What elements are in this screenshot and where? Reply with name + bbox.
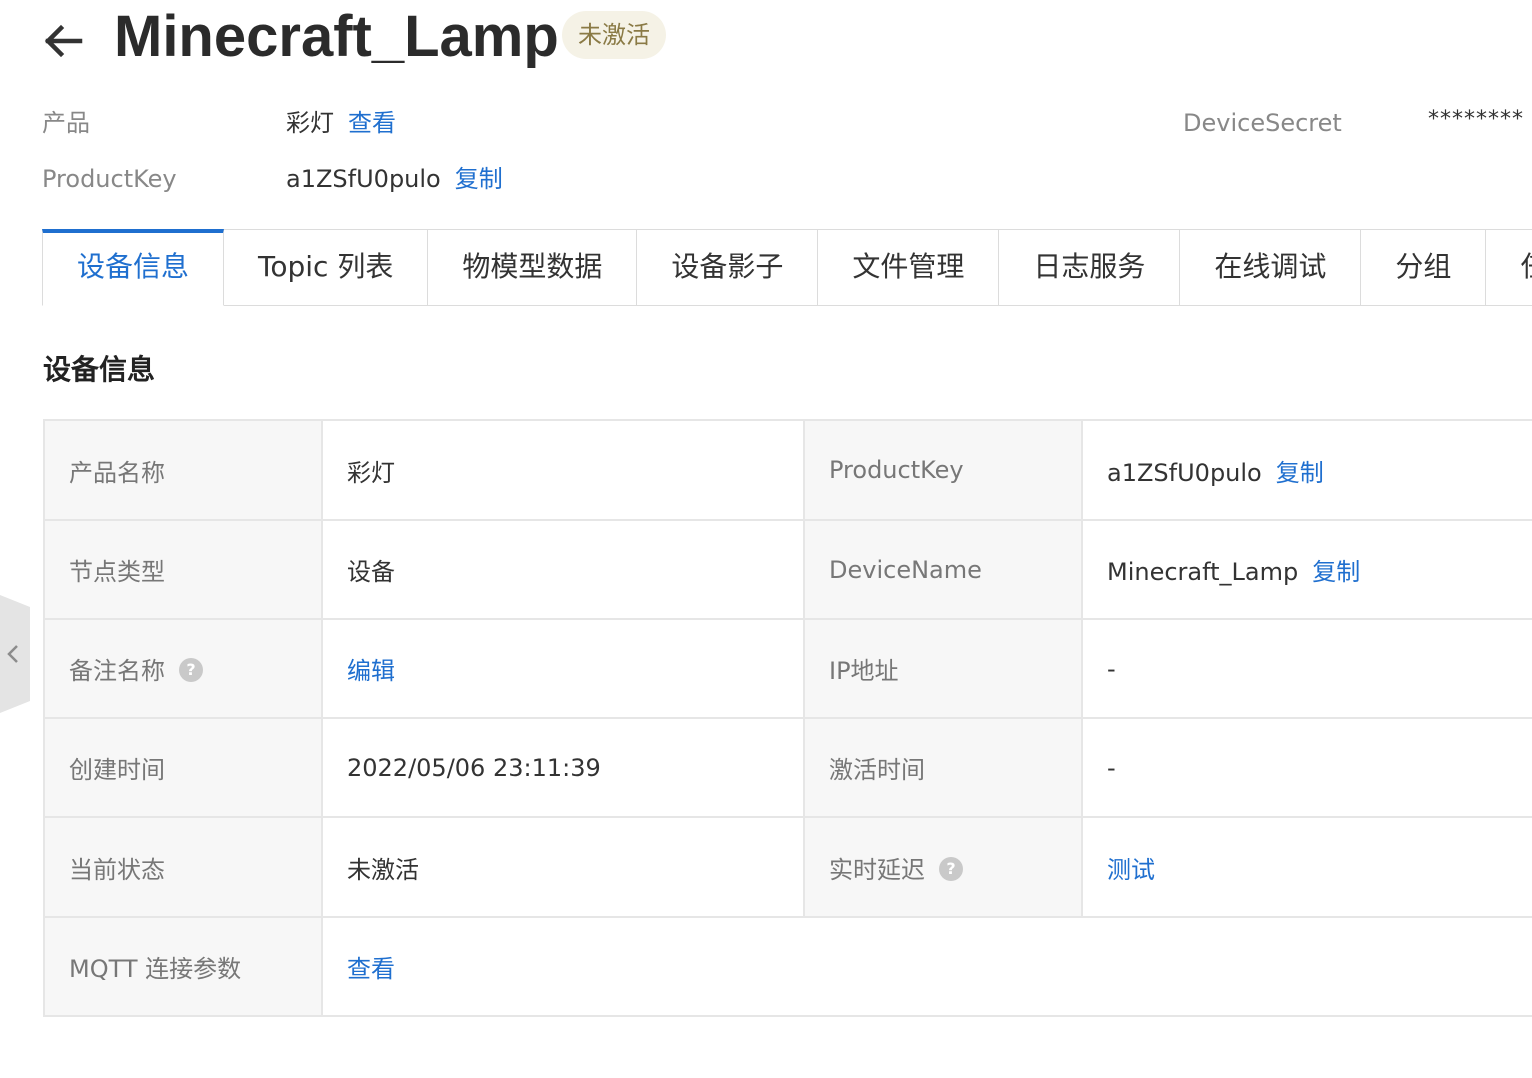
copy-productkey-link[interactable]: 复制 (455, 165, 503, 193)
ip-address-label: IP地址 (803, 618, 1083, 719)
realtime-latency-label-cell: 实时延迟? (803, 816, 1083, 918)
remark-name-label: 备注名称 (69, 657, 165, 685)
device-secret-label: DeviceSecret (1183, 109, 1342, 137)
sidebar-toggle-button[interactable] (0, 595, 30, 713)
productkey-value-group: a1ZSfU0pulo 复制 (286, 163, 503, 195)
tab-thing-model-data[interactable]: 物模型数据 (428, 229, 638, 306)
question-circle-icon[interactable]: ? (179, 658, 203, 682)
section-title: 设备信息 (43, 353, 156, 386)
chevron-left-icon (0, 595, 30, 713)
tab-bar: 设备信息 Topic 列表 物模型数据 设备影子 文件管理 日志服务 在线调试 … (42, 229, 1532, 306)
tab-file-management[interactable]: 文件管理 (818, 229, 1000, 306)
view-mqtt-params-link[interactable]: 查看 (347, 955, 395, 983)
product-label: 产品 (42, 109, 90, 137)
realtime-latency-cell: 测试 (1081, 816, 1532, 918)
product-value-group: 彩灯 查看 (286, 107, 396, 139)
node-type-label: 节点类型 (43, 519, 323, 620)
activated-time-label: 激活时间 (803, 717, 1083, 818)
tab-topic-list[interactable]: Topic 列表 (224, 229, 429, 306)
product-value: 彩灯 (286, 109, 334, 137)
activated-time-value: - (1081, 717, 1532, 818)
view-product-link[interactable]: 查看 (348, 109, 396, 137)
tab-device-shadow[interactable]: 设备影子 (637, 229, 819, 306)
product-name-label: 产品名称 (43, 419, 323, 521)
productkey-label: ProductKey (42, 165, 177, 193)
tab-device-info[interactable]: 设备信息 (42, 229, 225, 306)
tab-online-debug[interactable]: 在线调试 (1180, 229, 1362, 306)
edit-remark-link[interactable]: 编辑 (347, 657, 395, 685)
table-row: 产品名称 彩灯 ProductKey a1ZSfU0pulo 复制 (43, 419, 1532, 521)
mqtt-params-label: MQTT 连接参数 (43, 916, 323, 1017)
device-info-table: 产品名称 彩灯 ProductKey a1ZSfU0pulo 复制 节点类型 设备… (43, 419, 1532, 1017)
current-status-label: 当前状态 (43, 816, 323, 918)
test-latency-link[interactable]: 测试 (1107, 856, 1155, 884)
page-title: Minecraft_Lamp (114, 4, 559, 69)
created-time-label: 创建时间 (43, 717, 323, 818)
back-button[interactable] (40, 18, 86, 64)
table-row: 备注名称? 编辑 IP地址 - (43, 618, 1532, 719)
table-row: 当前状态 未激活 实时延迟? 测试 (43, 816, 1532, 918)
productkey-field-cell: a1ZSfU0pulo 复制 (1081, 419, 1532, 521)
productkey-field-label: ProductKey (803, 419, 1083, 521)
copy-productkey-button[interactable]: 复制 (1276, 459, 1324, 487)
device-name-cell: Minecraft_Lamp 复制 (1081, 519, 1532, 620)
node-type-value: 设备 (321, 519, 805, 620)
arrow-left-icon (44, 24, 83, 58)
tab-tasks[interactable]: 任务 (1486, 229, 1532, 306)
ip-address-value: - (1081, 618, 1532, 719)
productkey-value: a1ZSfU0pulo (286, 165, 441, 193)
productkey-field-value: a1ZSfU0pulo (1107, 458, 1262, 487)
mqtt-params-cell: 查看 (321, 916, 1532, 1017)
current-status-value: 未激活 (321, 816, 805, 918)
product-name-value: 彩灯 (321, 419, 805, 521)
remark-name-label-cell: 备注名称? (43, 618, 323, 719)
status-badge: 未激活 (562, 11, 666, 59)
tab-groups[interactable]: 分组 (1361, 229, 1487, 306)
table-row: 创建时间 2022/05/06 23:11:39 激活时间 - (43, 717, 1532, 818)
device-secret-value: ******** (1428, 107, 1524, 132)
realtime-latency-label: 实时延迟 (829, 855, 925, 884)
table-row: MQTT 连接参数 查看 (43, 916, 1532, 1017)
copy-device-name-button[interactable]: 复制 (1312, 558, 1360, 586)
table-row: 节点类型 设备 DeviceName Minecraft_Lamp 复制 (43, 519, 1532, 620)
device-detail-page: Minecraft_Lamp 未激活 产品 彩灯 查看 ProductKey a1… (0, 0, 1532, 1078)
device-name-label: DeviceName (803, 519, 1083, 620)
device-name-value: Minecraft_Lamp (1107, 558, 1299, 586)
created-time-value: 2022/05/06 23:11:39 (321, 717, 805, 818)
tab-log-service[interactable]: 日志服务 (999, 229, 1181, 306)
question-circle-icon[interactable]: ? (939, 856, 963, 881)
remark-name-cell: 编辑 (321, 618, 805, 719)
